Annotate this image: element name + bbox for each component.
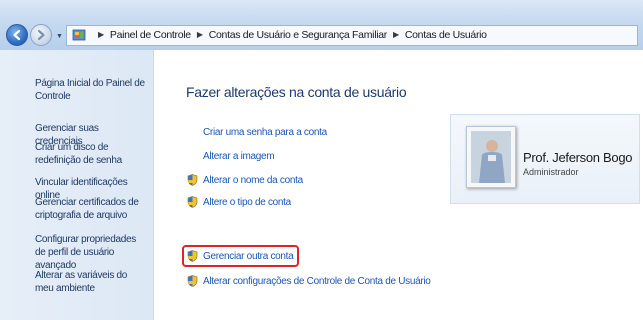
control-panel-icon bbox=[72, 29, 86, 41]
breadcrumb-separator-icon[interactable]: ▶ bbox=[393, 30, 399, 39]
task-change-account-name[interactable]: Alterar o nome da conta bbox=[203, 175, 303, 186]
task-change-account-type[interactable]: Altere o tipo de conta bbox=[203, 197, 291, 208]
breadcrumb-item-contas-seguranca[interactable]: Contas de Usuário e Segurança Familiar bbox=[209, 29, 388, 41]
account-role: Administrador bbox=[523, 167, 579, 177]
task-create-password[interactable]: Criar uma senha para a conta bbox=[203, 127, 327, 138]
forward-button[interactable] bbox=[30, 24, 52, 46]
back-arrow-icon bbox=[13, 29, 21, 41]
sidebar-item-reset-disk[interactable]: Criar um disco de redefinição de senha bbox=[35, 141, 147, 167]
user-photo-icon bbox=[471, 131, 511, 183]
avatar[interactable] bbox=[466, 126, 516, 188]
uac-shield-icon bbox=[187, 196, 198, 208]
task-change-picture[interactable]: Alterar a imagem bbox=[203, 151, 275, 162]
breadcrumb-separator-icon: ▶ bbox=[98, 30, 104, 39]
breadcrumb-item-contas-usuario[interactable]: Contas de Usuário bbox=[405, 29, 487, 41]
breadcrumb-separator-icon[interactable]: ▶ bbox=[197, 30, 203, 39]
sidebar-item-home[interactable]: Página Inicial do Painel de Controle bbox=[35, 77, 147, 103]
uac-shield-icon bbox=[187, 174, 198, 186]
account-name: Prof. Jeferson Bogo bbox=[523, 150, 633, 165]
breadcrumb: ▶ Painel de Controle ▶ Contas de Usuário e … bbox=[92, 29, 487, 41]
back-button[interactable] bbox=[6, 24, 28, 46]
uac-shield-icon bbox=[187, 275, 198, 287]
highlight-box bbox=[182, 245, 299, 267]
task-uac-settings[interactable]: Alterar configurações de Controle de Con… bbox=[203, 276, 431, 287]
recent-pages-dropdown[interactable]: ▼ bbox=[56, 33, 63, 40]
page-title: Fazer alterações na conta de usuário bbox=[186, 84, 407, 100]
address-bar: ▼ ▶ Painel de Controle ▶ Contas de Usuário … bbox=[0, 0, 643, 50]
sidebar-item-environment-variables[interactable]: Alterar as variáveis do meu ambiente bbox=[35, 269, 147, 295]
forward-arrow-icon bbox=[37, 29, 45, 41]
breadcrumb-item-painel[interactable]: Painel de Controle bbox=[110, 29, 191, 41]
sidebar-item-profile-properties[interactable]: Configurar propriedades de perfil de usu… bbox=[35, 233, 147, 272]
sidebar-item-certificates[interactable]: Gerenciar certificados de criptografia d… bbox=[35, 196, 147, 222]
